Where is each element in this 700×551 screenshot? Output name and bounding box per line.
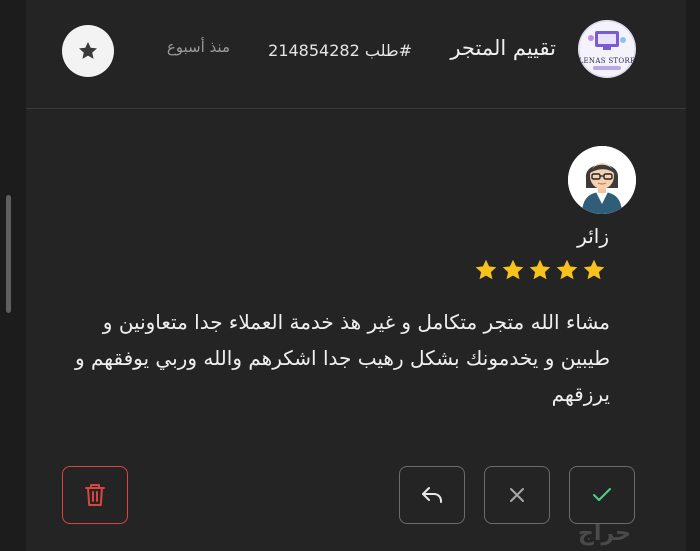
rating-star-icon (475, 259, 497, 280)
reject-button[interactable] (484, 466, 550, 524)
reviewer-name: زائر (577, 224, 609, 248)
review-time: منذ أسبوع (166, 38, 230, 56)
reply-arrow-icon (422, 487, 442, 503)
store-logo-text: LENAS STORE (578, 57, 636, 65)
scrollbar-thumb[interactable] (6, 195, 11, 313)
delete-button[interactable] (62, 466, 128, 524)
order-number: طلب 214854282# (268, 41, 412, 60)
store-logo: LENAS STORE (578, 20, 636, 78)
store-rating-title: تقييم المتجر (450, 36, 556, 60)
left-frame (0, 0, 26, 551)
star-badge[interactable] (62, 25, 114, 77)
rating-star-icon (583, 259, 605, 280)
reviewer-avatar (568, 146, 636, 214)
rating-star-icon (502, 259, 524, 280)
review-text: مشاء الله متجر متكامل و غير هذ خدمة العم… (74, 310, 610, 406)
right-frame (686, 0, 700, 551)
approve-button[interactable] (569, 466, 635, 524)
trash-icon (85, 484, 105, 506)
haraj-watermark: حراج (578, 521, 631, 546)
review-header: LENAS STORE تقييم المتجر طلب 214854282# … (26, 0, 686, 109)
reply-button[interactable] (399, 466, 465, 524)
star-rating (474, 258, 606, 282)
check-icon (593, 488, 611, 501)
rating-star-icon (556, 259, 578, 280)
star-icon (79, 42, 97, 59)
rating-star-icon (529, 259, 551, 280)
close-icon (510, 488, 524, 502)
